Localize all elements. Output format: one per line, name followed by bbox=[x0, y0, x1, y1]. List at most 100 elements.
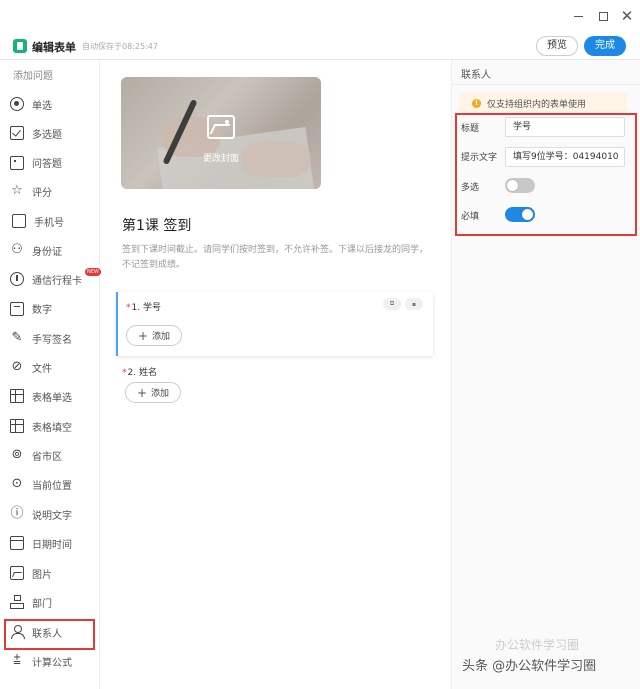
sidebar-item-label: 文件 bbox=[32, 363, 52, 375]
sidebar-item-number[interactable]: 数字 bbox=[10, 297, 96, 319]
sidebar-item-formula[interactable]: ⩲ 计算公式 bbox=[10, 650, 96, 672]
delete-icon[interactable]: ▪ bbox=[405, 298, 423, 310]
sidebar-item-datetime[interactable]: 日期时间 bbox=[10, 532, 96, 554]
sidebar-item-info-text[interactable]: ⓘ 说明文字 bbox=[10, 503, 96, 525]
sidebar-item-region[interactable]: ⊚ 省市区 bbox=[10, 444, 96, 466]
paperclip-icon: ⊘ bbox=[11, 359, 23, 374]
sidebar-item-label: 表格单选 bbox=[32, 392, 72, 404]
maximize-icon bbox=[598, 11, 608, 21]
checkbox-icon bbox=[10, 126, 24, 140]
table-fill-icon bbox=[10, 419, 24, 433]
formula-icon: ⩲ bbox=[13, 653, 21, 668]
radio-icon bbox=[10, 97, 24, 111]
travel-card-icon bbox=[10, 272, 24, 286]
settings-highlight-box bbox=[455, 113, 637, 236]
contact-highlight-box bbox=[4, 619, 95, 650]
sidebar-item-image[interactable]: 图片 bbox=[10, 562, 96, 584]
sidebar-item-label: 省市区 bbox=[32, 451, 62, 463]
phone-icon bbox=[12, 214, 26, 228]
sidebar-item-label: 单选 bbox=[32, 100, 52, 112]
org-icon bbox=[10, 595, 24, 609]
close-button[interactable]: ✕ bbox=[619, 8, 635, 24]
sidebar-item-label: 当前位置 bbox=[32, 480, 72, 492]
sidebar-item-table-radio[interactable]: 表格单选 bbox=[10, 385, 96, 407]
number-icon bbox=[10, 302, 24, 316]
cover-image[interactable]: 更改封面 bbox=[121, 77, 321, 189]
sidebar-item-location[interactable]: ⊙ 当前位置 bbox=[10, 473, 96, 495]
sidebar-item-label: 多选题 bbox=[32, 129, 62, 141]
add-option-label: 添加 bbox=[151, 389, 170, 399]
info-icon: ⓘ bbox=[10, 506, 24, 521]
signature-icon: ✎ bbox=[11, 330, 23, 345]
sidebar-item-label: 部门 bbox=[32, 598, 52, 610]
required-mark: * bbox=[122, 368, 127, 378]
sidebar-item-phone[interactable]: 手机号 bbox=[10, 210, 96, 232]
required-mark: * bbox=[126, 303, 131, 313]
preview-button[interactable]: 预览 bbox=[536, 36, 578, 56]
sidebar-item-label: 评分 bbox=[32, 187, 52, 199]
form-title[interactable]: 第1课 签到 bbox=[122, 215, 191, 235]
textbox-icon bbox=[10, 156, 24, 170]
sidebar-item-label: 表格填空 bbox=[32, 422, 72, 434]
add-option-button[interactable]: + 添加 bbox=[125, 382, 181, 403]
image-icon bbox=[207, 115, 235, 139]
star-icon: ☆ bbox=[11, 183, 23, 198]
app-header: 编辑表单 自动保存于08:25:47 预览 完成 bbox=[0, 32, 640, 60]
add-option-button[interactable]: + 添加 bbox=[126, 325, 182, 346]
sidebar-item-label: 通信行程卡 bbox=[32, 275, 82, 287]
done-button[interactable]: 完成 bbox=[584, 36, 626, 56]
minimize-button[interactable] bbox=[570, 8, 586, 24]
org-only-warning: ! 仅支持组织内的表单使用 bbox=[459, 93, 627, 113]
minimize-icon bbox=[573, 15, 583, 17]
question-title: *1. 学号 bbox=[126, 300, 161, 313]
properties-panel: 联系人 ! 仅支持组织内的表单使用 标题 学号 提示文字 填写9位学号：04194… bbox=[451, 60, 640, 689]
copy-icon[interactable]: ⧉ bbox=[383, 298, 401, 310]
sidebar-item-label: 手写签名 bbox=[32, 334, 72, 346]
form-canvas: 更改封面 第1课 签到 签到下课时间截止。请同学们按时签到，不允许补签。下课以后… bbox=[101, 60, 451, 689]
form-logo-icon bbox=[13, 39, 27, 53]
sidebar-item-single-choice[interactable]: 单选 bbox=[10, 93, 96, 115]
image-icon bbox=[10, 566, 24, 580]
form-description[interactable]: 签到下课时间截止。请同学们按时签到，不允许补签。下课以后接龙的同学，不记签到成绩… bbox=[122, 243, 432, 273]
sidebar-item-label: 计算公式 bbox=[32, 657, 72, 669]
calendar-icon bbox=[10, 536, 24, 550]
add-option-label: 添加 bbox=[152, 332, 171, 342]
sidebar-item-signature[interactable]: ✎ 手写签名 bbox=[10, 327, 96, 349]
sidebar-item-rating[interactable]: ☆ 评分 bbox=[10, 180, 96, 202]
warning-icon: ! bbox=[472, 98, 481, 108]
sidebar-item-file[interactable]: ⊘ 文件 bbox=[10, 356, 96, 378]
sidebar-item-label: 图片 bbox=[32, 569, 52, 581]
panel-title: 联系人 bbox=[461, 70, 491, 81]
change-cover-label: 更改封面 bbox=[202, 154, 239, 164]
location-icon: ⊙ bbox=[11, 476, 23, 491]
sidebar-item-multi-choice[interactable]: 多选题 bbox=[10, 122, 96, 144]
sidebar-item-id-card[interactable]: ⚇ 身份证 bbox=[10, 239, 96, 261]
sidebar-item-travel-card[interactable]: 通信行程卡 NEW bbox=[10, 268, 101, 290]
panel-divider bbox=[452, 84, 640, 85]
sidebar-item-label: 说明文字 bbox=[32, 510, 72, 522]
close-icon: ✕ bbox=[620, 6, 634, 25]
sidebar-item-label: 问答题 bbox=[32, 158, 62, 170]
window-title-bar: ✕ bbox=[0, 0, 640, 32]
table-radio-icon bbox=[10, 389, 24, 403]
app-title: 编辑表单 bbox=[32, 41, 76, 54]
question-tools: ⧉ ▪ bbox=[383, 298, 423, 310]
new-badge: NEW bbox=[85, 268, 101, 276]
autosave-status: 自动保存于08:25:47 bbox=[82, 42, 158, 51]
sidebar-item-table-fill[interactable]: 表格填空 bbox=[10, 415, 96, 437]
sidebar-item-qa[interactable]: 问答题 bbox=[10, 151, 96, 173]
question-title-text: 1. 学号 bbox=[131, 303, 161, 313]
plus-icon: + bbox=[137, 328, 149, 343]
maximize-button[interactable] bbox=[595, 8, 611, 24]
question-card-active[interactable]: *1. 学号 ⧉ ▪ + 添加 bbox=[116, 292, 433, 356]
region-icon: ⊚ bbox=[11, 447, 23, 462]
faded-watermark: 办公软件学习圈 bbox=[495, 638, 580, 652]
sidebar-item-label: 日期时间 bbox=[32, 539, 72, 551]
plus-icon: + bbox=[136, 385, 148, 400]
sidebar-item-department[interactable]: 部门 bbox=[10, 591, 96, 613]
question-title[interactable]: *2. 姓名 bbox=[122, 365, 157, 378]
sidebar-item-label: 手机号 bbox=[34, 217, 64, 229]
watermark: 头条 @办公软件学习圈 bbox=[462, 659, 597, 674]
question-type-sidebar: 添加问题 单选 多选题 问答题 ☆ 评分 手机号 ⚇ 身份证 通信行程卡 NEW 数字… bbox=[0, 60, 101, 689]
question-title-text: 2. 姓名 bbox=[127, 368, 157, 378]
